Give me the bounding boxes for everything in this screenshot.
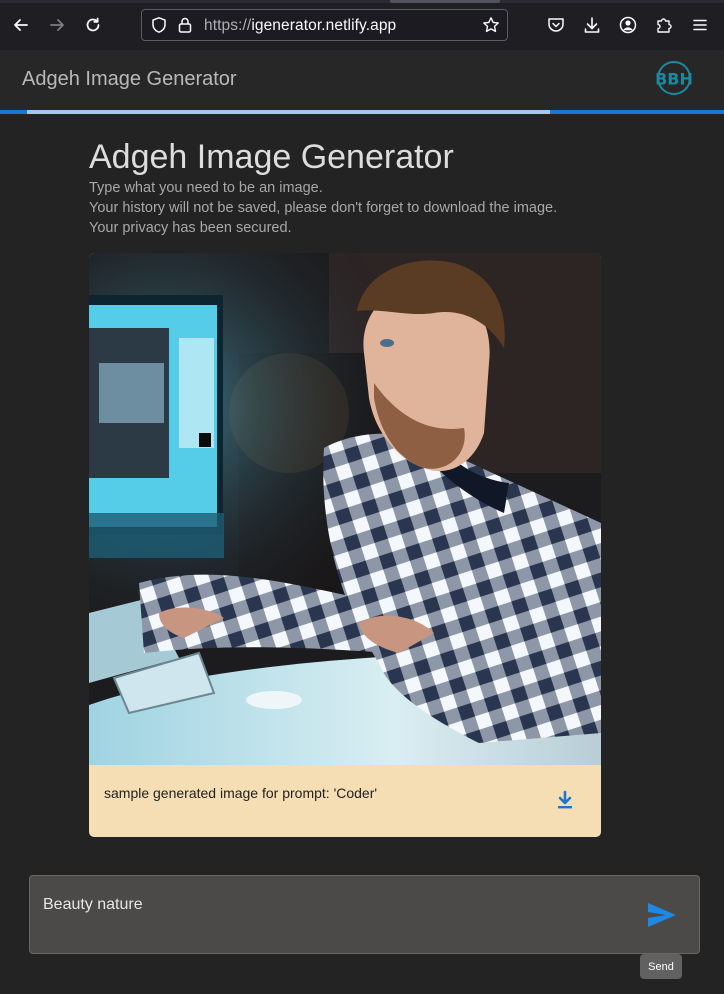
bookmark-star-icon[interactable] — [482, 16, 500, 34]
downloads-button[interactable] — [582, 15, 602, 35]
logo-text: BBH — [656, 70, 692, 89]
image-card: sample generated image for prompt: 'Code… — [89, 253, 601, 837]
app-header: Adgeh Image Generator BBH — [0, 50, 724, 110]
pocket-button[interactable] — [546, 15, 566, 35]
back-button[interactable] — [9, 13, 33, 37]
lock-icon[interactable] — [177, 16, 193, 34]
address-bar[interactable]: https://igenerator.netlify.app — [141, 9, 508, 41]
url-text[interactable]: https://igenerator.netlify.app — [204, 17, 396, 35]
arrow-left-icon — [14, 19, 28, 31]
puzzle-icon — [657, 18, 672, 33]
browser-toolbar: https://igenerator.netlify.app — [0, 0, 724, 50]
url-host: igenerator.netlify.app — [251, 17, 397, 34]
pocket-icon — [548, 18, 564, 32]
account-icon — [619, 16, 637, 34]
send-icon — [648, 903, 676, 927]
bbh-logo-icon[interactable]: BBH — [656, 59, 692, 97]
main-content: Adgeh Image Generator Type what you need… — [89, 136, 609, 238]
app-title: Adgeh Image Generator — [22, 68, 237, 90]
extensions-button[interactable] — [654, 15, 674, 35]
reload-icon — [86, 17, 100, 32]
reload-button[interactable] — [81, 13, 105, 37]
progress-fill — [27, 110, 550, 114]
arrow-right-icon — [50, 19, 64, 31]
download-icon[interactable] — [554, 789, 576, 811]
prompt-input[interactable] — [43, 896, 603, 914]
shield-icon[interactable] — [150, 16, 168, 34]
image-caption: sample generated image for prompt: 'Code… — [104, 785, 378, 801]
url-scheme: https:// — [204, 17, 252, 34]
download-arrow-icon — [584, 17, 600, 33]
send-button[interactable] — [642, 896, 682, 934]
intro-line-2: Your history will not be saved, please d… — [89, 200, 558, 216]
page-title: Adgeh Image Generator — [89, 138, 454, 176]
menu-button[interactable] — [690, 15, 710, 35]
tab-strip — [0, 0, 724, 3]
prompt-box — [29, 875, 700, 954]
generated-image — [89, 253, 601, 765]
account-button[interactable] — [618, 15, 638, 35]
tab-indicator[interactable] — [390, 0, 500, 3]
intro-line-3: Your privacy has been secured. — [89, 220, 292, 236]
intro-line-1: Type what you need to be an image. — [89, 180, 323, 196]
send-tooltip: Send — [640, 954, 682, 979]
forward-button[interactable] — [45, 13, 69, 37]
hamburger-menu-icon — [693, 19, 707, 31]
